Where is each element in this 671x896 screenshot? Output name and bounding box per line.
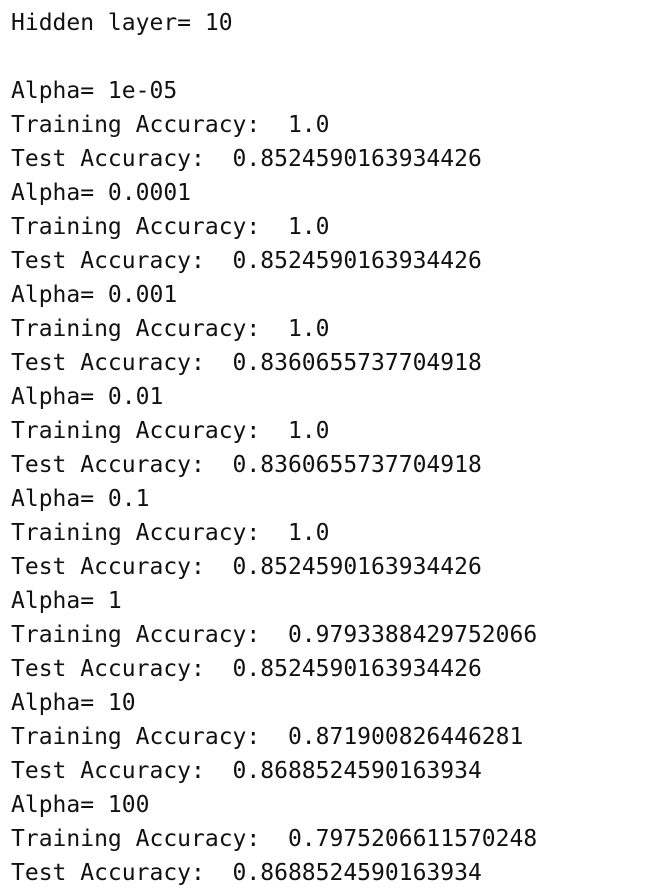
test-accuracy-line: Test Accuracy: 0.8688524590163934 bbox=[11, 860, 482, 886]
test-accuracy-line: Test Accuracy: 0.8524590163934426 bbox=[11, 554, 482, 580]
alpha-line: Alpha= 0.0001 bbox=[11, 180, 192, 206]
alpha-line: Alpha= 10 bbox=[11, 690, 136, 716]
alpha-line: Alpha= 0.01 bbox=[11, 384, 164, 410]
training-accuracy-line: Training Accuracy: 1.0 bbox=[11, 418, 330, 444]
console-output: Hidden layer= 10 Alpha= 1e-05 Training Acc… bbox=[0, 0, 671, 896]
training-accuracy-line: Training Accuracy: 1.0 bbox=[11, 520, 330, 546]
test-accuracy-line: Test Accuracy: 0.8360655737704918 bbox=[11, 350, 482, 376]
alpha-line: Alpha= 1e-05 bbox=[11, 78, 178, 104]
training-accuracy-line: Training Accuracy: 0.7975206611570248 bbox=[11, 826, 538, 852]
test-accuracy-line: Test Accuracy: 0.8524590163934426 bbox=[11, 248, 482, 274]
alpha-line: Alpha= 100 bbox=[11, 792, 150, 818]
training-accuracy-line: Training Accuracy: 0.9793388429752066 bbox=[11, 622, 538, 648]
alpha-line: Alpha= 0.1 bbox=[11, 486, 150, 512]
test-accuracy-line: Test Accuracy: 0.8688524590163934 bbox=[11, 758, 482, 784]
alpha-line: Alpha= 0.001 bbox=[11, 282, 178, 308]
test-accuracy-line: Test Accuracy: 0.8360655737704918 bbox=[11, 452, 482, 478]
training-accuracy-line: Training Accuracy: 1.0 bbox=[11, 112, 330, 138]
training-accuracy-line: Training Accuracy: 1.0 bbox=[11, 316, 330, 342]
training-accuracy-line: Training Accuracy: 0.871900826446281 bbox=[11, 724, 524, 750]
alpha-line: Alpha= 1 bbox=[11, 588, 122, 614]
test-accuracy-line: Test Accuracy: 0.8524590163934426 bbox=[11, 656, 482, 682]
test-accuracy-line: Test Accuracy: 0.8524590163934426 bbox=[11, 146, 482, 172]
hidden-layer-line: Hidden layer= 10 bbox=[11, 10, 233, 36]
training-accuracy-line: Training Accuracy: 1.0 bbox=[11, 214, 330, 240]
